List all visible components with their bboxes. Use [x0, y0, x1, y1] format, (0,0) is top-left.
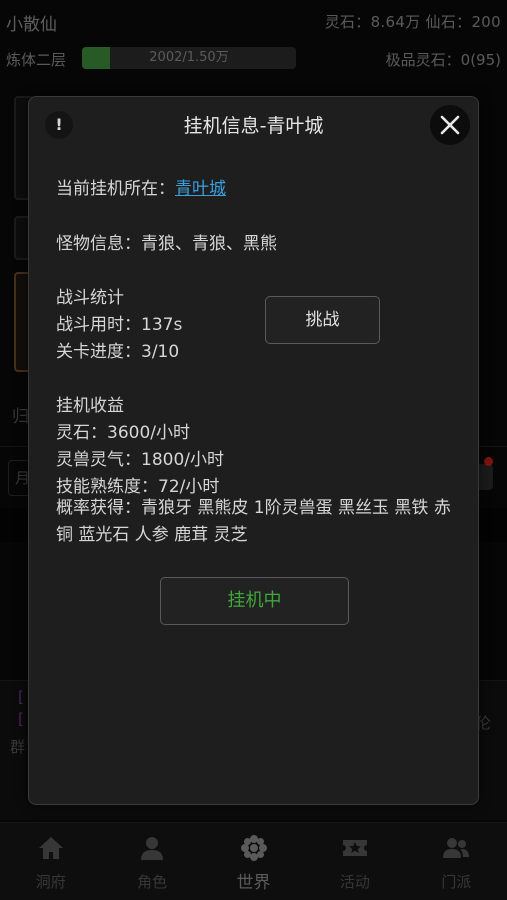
battle-stats-title: 战斗统计 — [56, 288, 124, 308]
income-skill: 技能熟练度：72/小时 — [56, 477, 220, 497]
location-link[interactable]: 青叶城 — [175, 179, 226, 199]
stage-progress: 关卡进度：3/10 — [56, 342, 180, 362]
idle-status-button[interactable]: 挂机中 — [160, 577, 349, 625]
current-location-row: 当前挂机所在：青叶城 — [56, 174, 226, 199]
close-icon — [440, 115, 460, 135]
dialog-title: 挂机信息-青叶城 — [183, 115, 324, 137]
income-beast-qi: 灵兽灵气：1800/小时 — [56, 450, 224, 470]
income-title: 挂机收益 — [56, 396, 124, 416]
close-button[interactable] — [430, 105, 470, 145]
location-label: 当前挂机所在： — [56, 179, 175, 199]
battle-time: 战斗用时：137s — [56, 315, 183, 335]
income-stone: 灵石：3600/小时 — [56, 423, 190, 443]
idle-info-dialog: ! 挂机信息-青叶城 当前挂机所在：青叶城 怪物信息：青狼、青狼、黑熊 战斗统计… — [28, 96, 479, 805]
challenge-button[interactable]: 挑战 — [265, 296, 380, 344]
monster-info: 怪物信息：青狼、青狼、黑熊 — [56, 234, 277, 254]
drop-list: 概率获得：青狼牙 黑熊皮 1阶灵兽蛋 黑丝玉 黑铁 赤铜 蓝光石 人参 鹿茸 灵… — [56, 498, 451, 545]
